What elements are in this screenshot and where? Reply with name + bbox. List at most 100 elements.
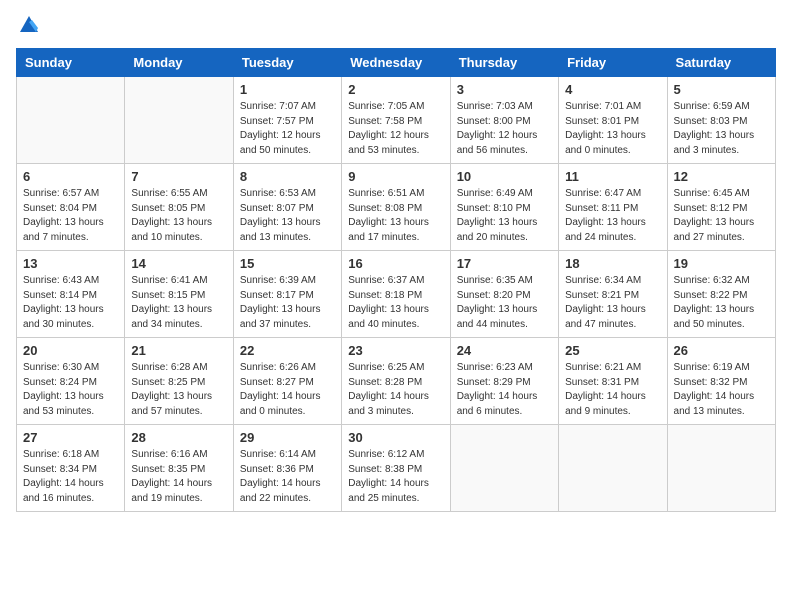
day-number: 6 [23,169,118,184]
day-info: Sunrise: 7:03 AMSunset: 8:00 PMDaylight:… [457,100,552,158]
day-cell: 13Sunrise: 6:43 AMSunset: 8:14 PMDayligh… [17,251,125,338]
day-number: 17 [457,256,552,271]
day-number: 27 [23,430,118,445]
day-cell [450,425,558,512]
day-cell: 2 Sunrise: 7:05 AMSunset: 7:58 PMDaylight… [342,77,450,164]
day-info: Sunrise: 7:05 AMSunset: 7:58 PMDaylight:… [348,100,443,158]
weekday-header-row: SundayMondayTuesdayWednesdayThursdayFrid… [17,49,776,77]
day-number: 7 [131,169,226,184]
day-cell: 24 Sunrise: 6:23 AMSunset: 8:29 PMDayligh… [450,338,558,425]
day-info: Sunrise: 6:55 AMSunset: 8:05 PMDaylight:… [131,187,226,245]
day-cell: 30 Sunrise: 6:12 AMSunset: 8:38 PMDayligh… [342,425,450,512]
day-cell: 6 Sunrise: 6:57 AMSunset: 8:04 PMDaylight… [17,164,125,251]
week-row-5: 27 Sunrise: 6:18 AMSunset: 8:34 PMDayligh… [17,425,776,512]
day-info: Sunrise: 6:23 AMSunset: 8:29 PMDaylight:… [457,361,552,419]
day-cell: 19 Sunrise: 6:32 AMSunset: 8:22 PMDayligh… [667,251,775,338]
day-number: 5 [674,82,769,97]
week-row-1: 1Sunrise: 7:07 AMSunset: 7:57 PMDaylight… [17,77,776,164]
week-row-4: 20 Sunrise: 6:30 AMSunset: 8:24 PMDayligh… [17,338,776,425]
day-number: 2 [348,82,443,97]
logo-icon [18,14,40,36]
day-number: 8 [240,169,335,184]
day-cell: 10Sunrise: 6:49 AMSunset: 8:10 PMDayligh… [450,164,558,251]
weekday-header-tuesday: Tuesday [233,49,341,77]
day-info: Sunrise: 6:37 AMSunset: 8:18 PMDaylight:… [348,274,443,332]
day-cell: 20 Sunrise: 6:30 AMSunset: 8:24 PMDayligh… [17,338,125,425]
day-info: Sunrise: 6:18 AMSunset: 8:34 PMDaylight:… [23,448,118,506]
day-cell: 21 Sunrise: 6:28 AMSunset: 8:25 PMDayligh… [125,338,233,425]
day-info: Sunrise: 6:41 AMSunset: 8:15 PMDaylight:… [131,274,226,332]
day-number: 23 [348,343,443,358]
day-number: 24 [457,343,552,358]
day-info: Sunrise: 6:19 AMSunset: 8:32 PMDaylight:… [674,361,769,419]
day-cell: 11 Sunrise: 6:47 AMSunset: 8:11 PMDayligh… [559,164,667,251]
day-cell: 8 Sunrise: 6:53 AMSunset: 8:07 PMDaylight… [233,164,341,251]
day-cell: 14 Sunrise: 6:41 AMSunset: 8:15 PMDayligh… [125,251,233,338]
day-cell: 17 Sunrise: 6:35 AMSunset: 8:20 PMDayligh… [450,251,558,338]
day-number: 19 [674,256,769,271]
day-cell: 16 Sunrise: 6:37 AMSunset: 8:18 PMDayligh… [342,251,450,338]
day-info: Sunrise: 6:16 AMSunset: 8:35 PMDaylight:… [131,448,226,506]
day-info: Sunrise: 6:30 AMSunset: 8:24 PMDaylight:… [23,361,118,419]
day-cell: 5 Sunrise: 6:59 AMSunset: 8:03 PMDaylight… [667,77,775,164]
day-number: 20 [23,343,118,358]
weekday-header-saturday: Saturday [667,49,775,77]
weekday-header-sunday: Sunday [17,49,125,77]
weekday-header-wednesday: Wednesday [342,49,450,77]
day-info: Sunrise: 6:35 AMSunset: 8:20 PMDaylight:… [457,274,552,332]
day-number: 10 [457,169,552,184]
day-cell: 22 Sunrise: 6:26 AMSunset: 8:27 PMDayligh… [233,338,341,425]
day-number: 21 [131,343,226,358]
day-info: Sunrise: 6:57 AMSunset: 8:04 PMDaylight:… [23,187,118,245]
day-cell: 29 Sunrise: 6:14 AMSunset: 8:36 PMDayligh… [233,425,341,512]
day-number: 14 [131,256,226,271]
weekday-header-thursday: Thursday [450,49,558,77]
day-cell [667,425,775,512]
day-number: 4 [565,82,660,97]
week-row-2: 6 Sunrise: 6:57 AMSunset: 8:04 PMDaylight… [17,164,776,251]
day-number: 18 [565,256,660,271]
day-number: 11 [565,169,660,184]
day-info: Sunrise: 6:28 AMSunset: 8:25 PMDaylight:… [131,361,226,419]
day-number: 26 [674,343,769,358]
day-number: 28 [131,430,226,445]
weekday-header-friday: Friday [559,49,667,77]
page-header [16,16,776,36]
day-cell: 1Sunrise: 7:07 AMSunset: 7:57 PMDaylight… [233,77,341,164]
day-info: Sunrise: 6:12 AMSunset: 8:38 PMDaylight:… [348,448,443,506]
day-info: Sunrise: 6:47 AMSunset: 8:11 PMDaylight:… [565,187,660,245]
day-cell: 25 Sunrise: 6:21 AMSunset: 8:31 PMDayligh… [559,338,667,425]
day-number: 12 [674,169,769,184]
day-info: Sunrise: 7:01 AMSunset: 8:01 PMDaylight:… [565,100,660,158]
day-number: 15 [240,256,335,271]
day-info: Sunrise: 6:34 AMSunset: 8:21 PMDaylight:… [565,274,660,332]
day-info: Sunrise: 6:21 AMSunset: 8:31 PMDaylight:… [565,361,660,419]
day-info: Sunrise: 6:53 AMSunset: 8:07 PMDaylight:… [240,187,335,245]
day-info: Sunrise: 6:14 AMSunset: 8:36 PMDaylight:… [240,448,335,506]
day-number: 29 [240,430,335,445]
day-number: 1 [240,82,335,97]
day-cell: 4 Sunrise: 7:01 AMSunset: 8:01 PMDaylight… [559,77,667,164]
day-cell: 28 Sunrise: 6:16 AMSunset: 8:35 PMDayligh… [125,425,233,512]
day-info: Sunrise: 6:32 AMSunset: 8:22 PMDaylight:… [674,274,769,332]
day-number: 25 [565,343,660,358]
day-info: Sunrise: 6:25 AMSunset: 8:28 PMDaylight:… [348,361,443,419]
day-number: 22 [240,343,335,358]
day-number: 16 [348,256,443,271]
day-cell: 12Sunrise: 6:45 AMSunset: 8:12 PMDayligh… [667,164,775,251]
day-cell: 3 Sunrise: 7:03 AMSunset: 8:00 PMDaylight… [450,77,558,164]
day-cell: 26 Sunrise: 6:19 AMSunset: 8:32 PMDayligh… [667,338,775,425]
logo [16,16,40,36]
day-info: Sunrise: 6:51 AMSunset: 8:08 PMDaylight:… [348,187,443,245]
day-info: Sunrise: 6:26 AMSunset: 8:27 PMDaylight:… [240,361,335,419]
day-cell: 27 Sunrise: 6:18 AMSunset: 8:34 PMDayligh… [17,425,125,512]
day-cell: 15Sunrise: 6:39 AMSunset: 8:17 PMDayligh… [233,251,341,338]
day-cell: 7 Sunrise: 6:55 AMSunset: 8:05 PMDaylight… [125,164,233,251]
day-cell: 18 Sunrise: 6:34 AMSunset: 8:21 PMDayligh… [559,251,667,338]
day-cell: 23 Sunrise: 6:25 AMSunset: 8:28 PMDayligh… [342,338,450,425]
day-info: Sunrise: 6:59 AMSunset: 8:03 PMDaylight:… [674,100,769,158]
week-row-3: 13Sunrise: 6:43 AMSunset: 8:14 PMDayligh… [17,251,776,338]
day-number: 30 [348,430,443,445]
day-cell [559,425,667,512]
day-number: 3 [457,82,552,97]
